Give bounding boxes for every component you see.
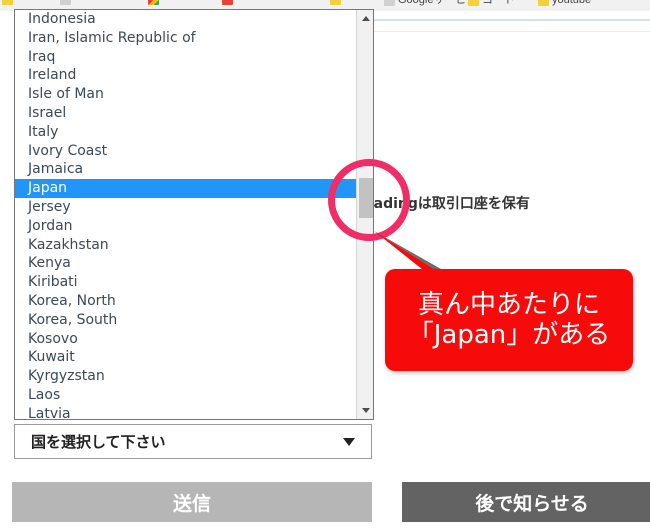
list-item[interactable]: Kuwait [15,348,357,367]
bookmark-item-code[interactable]: コード [468,0,515,6]
list-item-selected-japan[interactable]: Japan [15,179,369,198]
folder-icon [330,0,341,5]
google-icon [148,0,159,5]
bookmark-item[interactable] [148,0,159,5]
list-item[interactable]: Korea, South [15,311,357,330]
scroll-up-icon [361,16,370,21]
list-item[interactable]: Jordan [15,217,357,236]
folder-icon [468,0,479,6]
chevron-down-icon [343,437,355,446]
page-icon [384,0,395,6]
bookmark-label: youtube [552,0,592,6]
list-item[interactable]: Kazakhstan [15,236,357,255]
bookmark-label: Googleサービス [398,0,478,6]
web-page-content: s 拠するべく、XMTradingは取引口座を保有 Indonesia Iran… [0,9,650,528]
list-item[interactable]: Kyrgyzstan [15,367,357,386]
list-item[interactable]: Jamaica [15,160,357,179]
country-option-list[interactable]: Indonesia Iran, Islamic Republic of Iraq… [15,10,369,419]
bookmark-item[interactable] [60,0,71,5]
scroll-up-button[interactable] [357,10,373,27]
list-item[interactable]: Laos [15,386,357,405]
callout-line-1: 真ん中あたりに [417,289,600,320]
folder-icon [538,0,549,6]
page-divider-secondary [365,31,650,32]
list-item[interactable]: Iraq [15,48,357,67]
submit-button[interactable]: 送信 [12,482,372,522]
list-item[interactable]: Kenya [15,254,357,273]
bookmark-item[interactable] [222,0,233,5]
page-icon [60,0,71,5]
bookmark-item[interactable] [330,0,341,5]
list-item[interactable]: Isle of Man [15,85,357,104]
scroll-down-icon [361,408,370,413]
list-item[interactable]: Indonesia [15,10,357,29]
bookmark-item-youtube[interactable]: youtube [538,0,591,6]
notify-later-button[interactable]: 後で知らせる [402,482,650,522]
bookmark-label: コード [482,0,515,6]
list-item[interactable]: Iran, Islamic Republic of [15,29,357,48]
list-item[interactable]: Kiribati [15,273,357,292]
list-item[interactable]: Latvia [15,405,357,419]
bookmark-item-google-services[interactable]: Googleサービス [384,0,477,6]
page-divider [365,19,650,21]
list-item[interactable]: Kosovo [15,330,357,349]
annotation-callout: 真ん中あたりに 「Japan」がある [385,269,633,371]
list-item[interactable]: Jersey [15,198,357,217]
list-item[interactable]: Israel [15,104,357,123]
list-item[interactable]: Italy [15,123,357,142]
bookmark-item[interactable] [2,0,13,5]
country-select-control[interactable]: 国を選択して下さい [14,424,372,459]
country-dropdown-listbox[interactable]: Indonesia Iran, Islamic Republic of Iraq… [14,9,374,420]
callout-line-2: 「Japan」がある [407,320,611,350]
scroll-down-button[interactable] [357,402,373,419]
country-select-label: 国を選択して下さい [31,433,166,451]
list-item[interactable]: Ireland [15,66,357,85]
red-icon [222,0,233,5]
list-item[interactable]: Korea, North [15,292,357,311]
folder-icon [2,0,13,5]
list-item[interactable]: Ivory Coast [15,142,357,161]
